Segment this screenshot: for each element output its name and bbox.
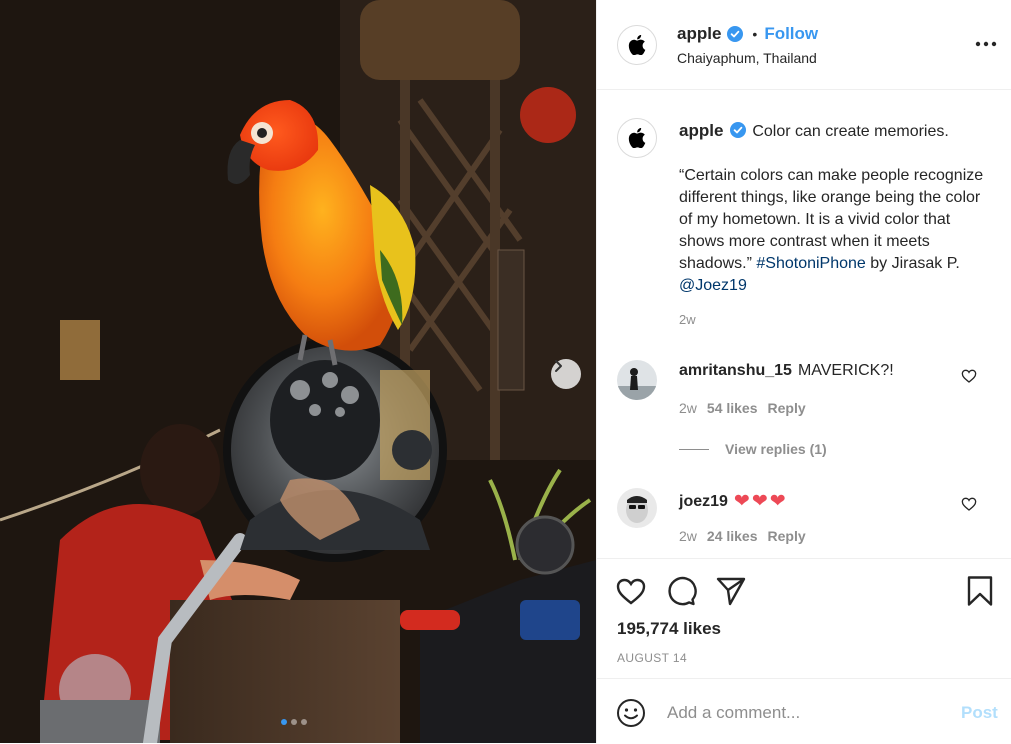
comment-username[interactable]: joez19 [679, 493, 728, 511]
comment-meta: 2w 54 likes Reply [679, 400, 806, 416]
comment-line: joez19 ❤❤❤ [679, 490, 788, 513]
reply-button[interactable]: Reply [768, 528, 806, 544]
comment-timestamp[interactable]: 2w [679, 400, 697, 416]
view-replies-button[interactable]: View replies (1) [679, 441, 827, 457]
comment-text: MAVERICK?! [797, 362, 894, 379]
comment-text: ❤❤❤ [733, 491, 788, 512]
commenter-avatar[interactable] [617, 360, 657, 400]
reply-button[interactable]: Reply [768, 400, 806, 416]
comment-likes[interactable]: 54 likes [707, 400, 758, 416]
comment-input[interactable] [667, 699, 937, 727]
avatar-image [617, 360, 657, 400]
emoji-smiley-icon[interactable] [616, 698, 646, 728]
caption-body: apple Color can create memories. “Certai… [679, 120, 989, 297]
add-comment-bar: Post [597, 678, 1011, 744]
post-comment-button[interactable]: Post [961, 703, 998, 723]
comment-line: amritanshu_15 MAVERICK?! [679, 362, 894, 380]
apple-logo-icon [628, 128, 646, 148]
post-side-panel: apple • Follow Chaiyaphum, Thailand appl… [596, 0, 1011, 743]
carousel-dot-active [281, 719, 287, 725]
post-actions: 195,774 likes AUGUST 14 [597, 558, 1011, 679]
post-location[interactable]: Chaiyaphum, Thailand [677, 50, 817, 66]
author-username[interactable]: apple [677, 24, 721, 44]
caption-username[interactable]: apple [679, 121, 723, 140]
photo-illustration [0, 0, 596, 743]
more-horizontal-icon[interactable] [974, 34, 998, 54]
verified-badge-icon [729, 122, 746, 138]
caption-quote-paragraph: “Certain colors can make people recogniz… [679, 165, 989, 297]
comment-username[interactable]: amritanshu_15 [679, 362, 792, 380]
apple-logo-icon [628, 35, 646, 55]
like-comment-heart-icon[interactable] [961, 496, 977, 512]
caption-headline-line: apple Color can create memories. [679, 120, 989, 143]
follow-button[interactable]: Follow [764, 24, 818, 44]
like-heart-icon[interactable] [615, 575, 647, 607]
avatar-image [617, 488, 657, 528]
post-header: apple • Follow Chaiyaphum, Thailand [597, 0, 1011, 90]
caption-credit: by Jirasak P. [865, 255, 960, 272]
likes-count[interactable]: 195,774 likes [617, 619, 721, 639]
replies-divider-line [679, 448, 709, 450]
view-replies-label: View replies (1) [725, 441, 827, 457]
post-date[interactable]: AUGUST 14 [617, 651, 687, 665]
comment-likes[interactable]: 24 likes [707, 528, 758, 544]
mention-link[interactable]: @Joez19 [679, 277, 747, 294]
commenter-avatar[interactable] [617, 488, 657, 528]
post-photo[interactable] [0, 0, 596, 743]
author-avatar[interactable] [617, 25, 657, 65]
next-slide-button[interactable] [551, 359, 581, 389]
comment-bubble-icon[interactable] [665, 575, 697, 607]
carousel-dot [291, 719, 297, 725]
caption-avatar[interactable] [617, 118, 657, 158]
instagram-post: apple • Follow Chaiyaphum, Thailand appl… [0, 0, 1011, 743]
save-bookmark-icon[interactable] [964, 575, 996, 607]
hashtag-link[interactable]: #ShotoniPhone [756, 255, 865, 272]
like-comment-heart-icon[interactable] [961, 368, 977, 384]
chevron-right-icon [555, 360, 562, 372]
header-user-row: apple • Follow [677, 24, 818, 44]
comment-timestamp[interactable]: 2w [679, 528, 697, 544]
share-paper-plane-icon[interactable] [715, 575, 747, 607]
comment-meta: 2w 24 likes Reply [679, 528, 806, 544]
caption-timestamp[interactable]: 2w [679, 312, 696, 327]
carousel-indicator [281, 719, 307, 725]
carousel-dot [301, 719, 307, 725]
separator-bullet: • [752, 26, 758, 42]
verified-badge-icon [727, 26, 744, 42]
caption-headline: Color can create memories. [752, 123, 949, 140]
